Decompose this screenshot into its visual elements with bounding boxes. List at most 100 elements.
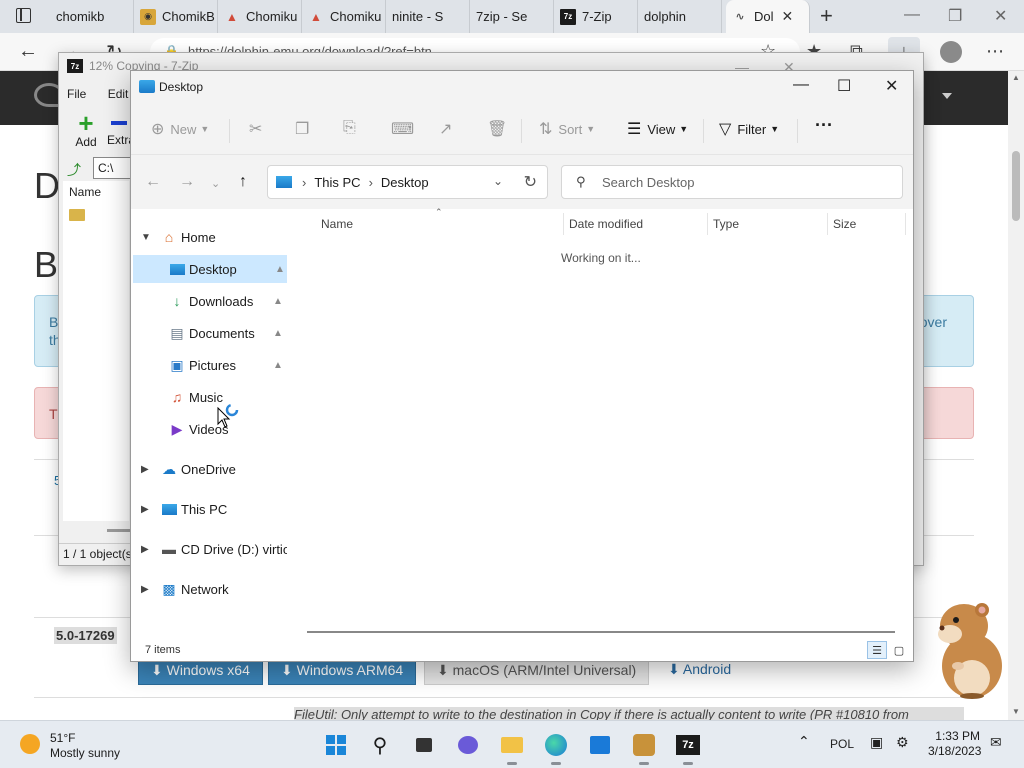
scroll-up-icon[interactable]: ▲ bbox=[1012, 73, 1020, 82]
new-tab-icon[interactable]: + bbox=[820, 3, 833, 29]
paste-icon[interactable]: ⎘ bbox=[343, 119, 362, 137]
nav-item-desktop[interactable]: Desktop ▲ bbox=[133, 255, 287, 283]
chevron-right-icon[interactable]: ▶ bbox=[141, 544, 149, 555]
scroll-down-icon[interactable]: ▼ bbox=[1012, 707, 1020, 716]
file-explorer-taskbar-icon[interactable] bbox=[498, 731, 526, 765]
nav-item-this-pc[interactable]: ▶ This PC bbox=[131, 495, 287, 523]
breadcrumb[interactable]: › This PC › Desktop ⌄ ↻ bbox=[267, 165, 548, 199]
taskbar-search-icon[interactable]: ⚲ bbox=[366, 731, 394, 759]
chevron-up-icon[interactable]: ⌃ bbox=[798, 733, 810, 750]
nav-item-cd-drive[interactable]: ▶ ▬ CD Drive (D:) virtio- bbox=[131, 535, 287, 563]
browser-tab-active[interactable]: ∿ Dol ✕ bbox=[726, 0, 810, 33]
store-icon[interactable] bbox=[586, 731, 614, 759]
browser-tab[interactable]: ▲ Chomiku bbox=[218, 0, 302, 33]
nav-item-music[interactable]: ♫ Music bbox=[131, 383, 287, 411]
close-window-icon[interactable]: ✕ bbox=[994, 6, 1007, 26]
scroll-thumb[interactable] bbox=[1012, 151, 1020, 221]
delete-icon[interactable]: 🗑 bbox=[487, 119, 513, 139]
column-divider[interactable] bbox=[905, 213, 906, 235]
clock[interactable]: 1:33 PM 3/18/2023 bbox=[928, 729, 981, 759]
page-scrollbar[interactable]: ▲ ▼ bbox=[1008, 71, 1024, 720]
browser-tab[interactable]: 7z 7-Zip bbox=[554, 0, 638, 33]
cut-icon[interactable]: ✂ bbox=[249, 119, 268, 139]
back-arrow-icon[interactable]: ← bbox=[145, 173, 161, 191]
column-header-date[interactable]: Date modified bbox=[569, 217, 643, 231]
more-menu-icon[interactable]: ⋯ bbox=[986, 41, 1004, 62]
pin-icon[interactable]: ▲ bbox=[273, 328, 283, 339]
chevron-right-icon[interactable]: ▶ bbox=[141, 504, 149, 515]
volume-muted-icon[interactable]: ⚙ bbox=[896, 734, 909, 751]
details-view-icon[interactable]: ☰ bbox=[867, 641, 887, 659]
browser-tab[interactable]: ⚲ dolphin bbox=[638, 0, 722, 33]
add-button[interactable]: + Add bbox=[71, 110, 101, 149]
network-status-icon[interactable]: ▣ bbox=[870, 734, 883, 751]
horizontal-scrollbar[interactable] bbox=[307, 631, 895, 633]
restore-icon[interactable]: ❐ bbox=[948, 6, 962, 26]
file-list-pane[interactable]: ⌃ Name Date modified Type Size Working o… bbox=[291, 207, 913, 629]
share-icon[interactable]: ↗ bbox=[439, 119, 458, 139]
weather-widget[interactable]: 51°F Mostly sunny bbox=[20, 731, 120, 761]
sort-button[interactable]: ⇅ Sort ▼ bbox=[539, 119, 595, 139]
close-icon[interactable]: ✕ bbox=[885, 76, 898, 96]
minimize-icon[interactable]: — bbox=[793, 76, 809, 94]
rename-icon[interactable]: ⌨ bbox=[391, 119, 420, 139]
search-box[interactable]: ⚲ Search Desktop bbox=[561, 165, 903, 199]
maximize-icon[interactable]: ☐ bbox=[837, 76, 851, 96]
folder-icon[interactable] bbox=[69, 209, 85, 221]
refresh-icon[interactable]: ↻ bbox=[524, 172, 537, 192]
nav-item-onedrive[interactable]: ▶ ☁ OneDrive bbox=[131, 455, 287, 483]
pin-icon[interactable]: ▲ bbox=[273, 296, 283, 307]
start-button[interactable] bbox=[322, 731, 350, 759]
nav-item-documents[interactable]: ▤ Documents ▲ bbox=[131, 319, 287, 347]
profile-avatar[interactable] bbox=[940, 41, 962, 63]
nav-item-videos[interactable]: ▶ Videos bbox=[131, 415, 287, 443]
column-header-size[interactable]: Size bbox=[833, 217, 856, 231]
menu-file[interactable]: File bbox=[67, 87, 86, 101]
up-arrow-icon[interactable]: ↑ bbox=[239, 173, 247, 191]
column-header-type[interactable]: Type bbox=[713, 217, 739, 231]
chat-icon[interactable] bbox=[454, 731, 482, 759]
chomik-app-icon[interactable] bbox=[630, 731, 658, 765]
browser-tab[interactable]: ▲ Chomiku bbox=[302, 0, 386, 33]
tiles-view-icon[interactable]: ▢ bbox=[889, 641, 909, 659]
column-divider[interactable] bbox=[563, 213, 564, 235]
copy-icon[interactable]: ❐ bbox=[295, 119, 315, 139]
nav-item-pictures[interactable]: ▣ Pictures ▲ bbox=[131, 351, 287, 379]
chevron-down-icon[interactable]: ⌄ bbox=[493, 174, 503, 188]
breadcrumb-this-pc[interactable]: This PC bbox=[314, 175, 360, 190]
recent-locations-icon[interactable]: ⌄ bbox=[211, 177, 220, 190]
browser-tab[interactable]: ◉ ChomikB bbox=[134, 0, 218, 33]
pin-icon[interactable]: ▲ bbox=[275, 264, 285, 275]
column-header-name[interactable]: Name bbox=[321, 217, 353, 231]
column-divider[interactable] bbox=[827, 213, 828, 235]
breadcrumb-desktop[interactable]: Desktop bbox=[381, 175, 429, 190]
notifications-icon[interactable]: ✉ bbox=[990, 734, 1002, 751]
7zip-taskbar-icon[interactable]: 7z bbox=[674, 731, 702, 765]
nav-item-downloads[interactable]: ↓ Downloads ▲ bbox=[131, 287, 287, 315]
close-tab-icon[interactable]: ✕ bbox=[782, 8, 794, 25]
7zip-file-list[interactable]: Name bbox=[63, 181, 129, 521]
back-arrow-icon[interactable]: ← bbox=[18, 40, 38, 63]
column-divider[interactable] bbox=[707, 213, 708, 235]
folder-up-icon[interactable]: ⤴ bbox=[67, 160, 81, 180]
nav-item-network[interactable]: ▶ ▩ Network bbox=[131, 575, 287, 603]
chevron-right-icon[interactable]: ▶ bbox=[141, 584, 149, 595]
chevron-right-icon[interactable]: ▶ bbox=[141, 464, 149, 475]
name-column-header[interactable]: Name bbox=[69, 185, 101, 199]
browser-tab[interactable]: ⚲ chomikb bbox=[50, 0, 134, 33]
chevron-down-icon[interactable]: ▼ bbox=[141, 232, 151, 243]
tab-actions-icon[interactable] bbox=[16, 8, 31, 23]
minimize-icon[interactable]: — bbox=[904, 6, 920, 24]
filter-button[interactable]: ▽ Filter ▼ bbox=[719, 119, 779, 139]
forward-arrow-icon[interactable]: → bbox=[179, 173, 195, 191]
task-view-icon[interactable] bbox=[410, 731, 438, 759]
edge-browser-icon[interactable] bbox=[542, 731, 570, 765]
language-indicator[interactable]: POL bbox=[830, 737, 854, 751]
more-options-button[interactable]: ··· bbox=[815, 115, 833, 136]
menu-edit[interactable]: Edit bbox=[108, 87, 129, 101]
new-button[interactable]: ⊕ New ▼ bbox=[151, 119, 209, 139]
nav-item-home[interactable]: ▼ ⌂ Home bbox=[131, 223, 287, 251]
view-button[interactable]: ☰ View ▼ bbox=[627, 119, 688, 139]
dropdown-caret-icon[interactable] bbox=[942, 93, 952, 99]
browser-tab[interactable]: ⚲ ninite - S bbox=[386, 0, 470, 33]
